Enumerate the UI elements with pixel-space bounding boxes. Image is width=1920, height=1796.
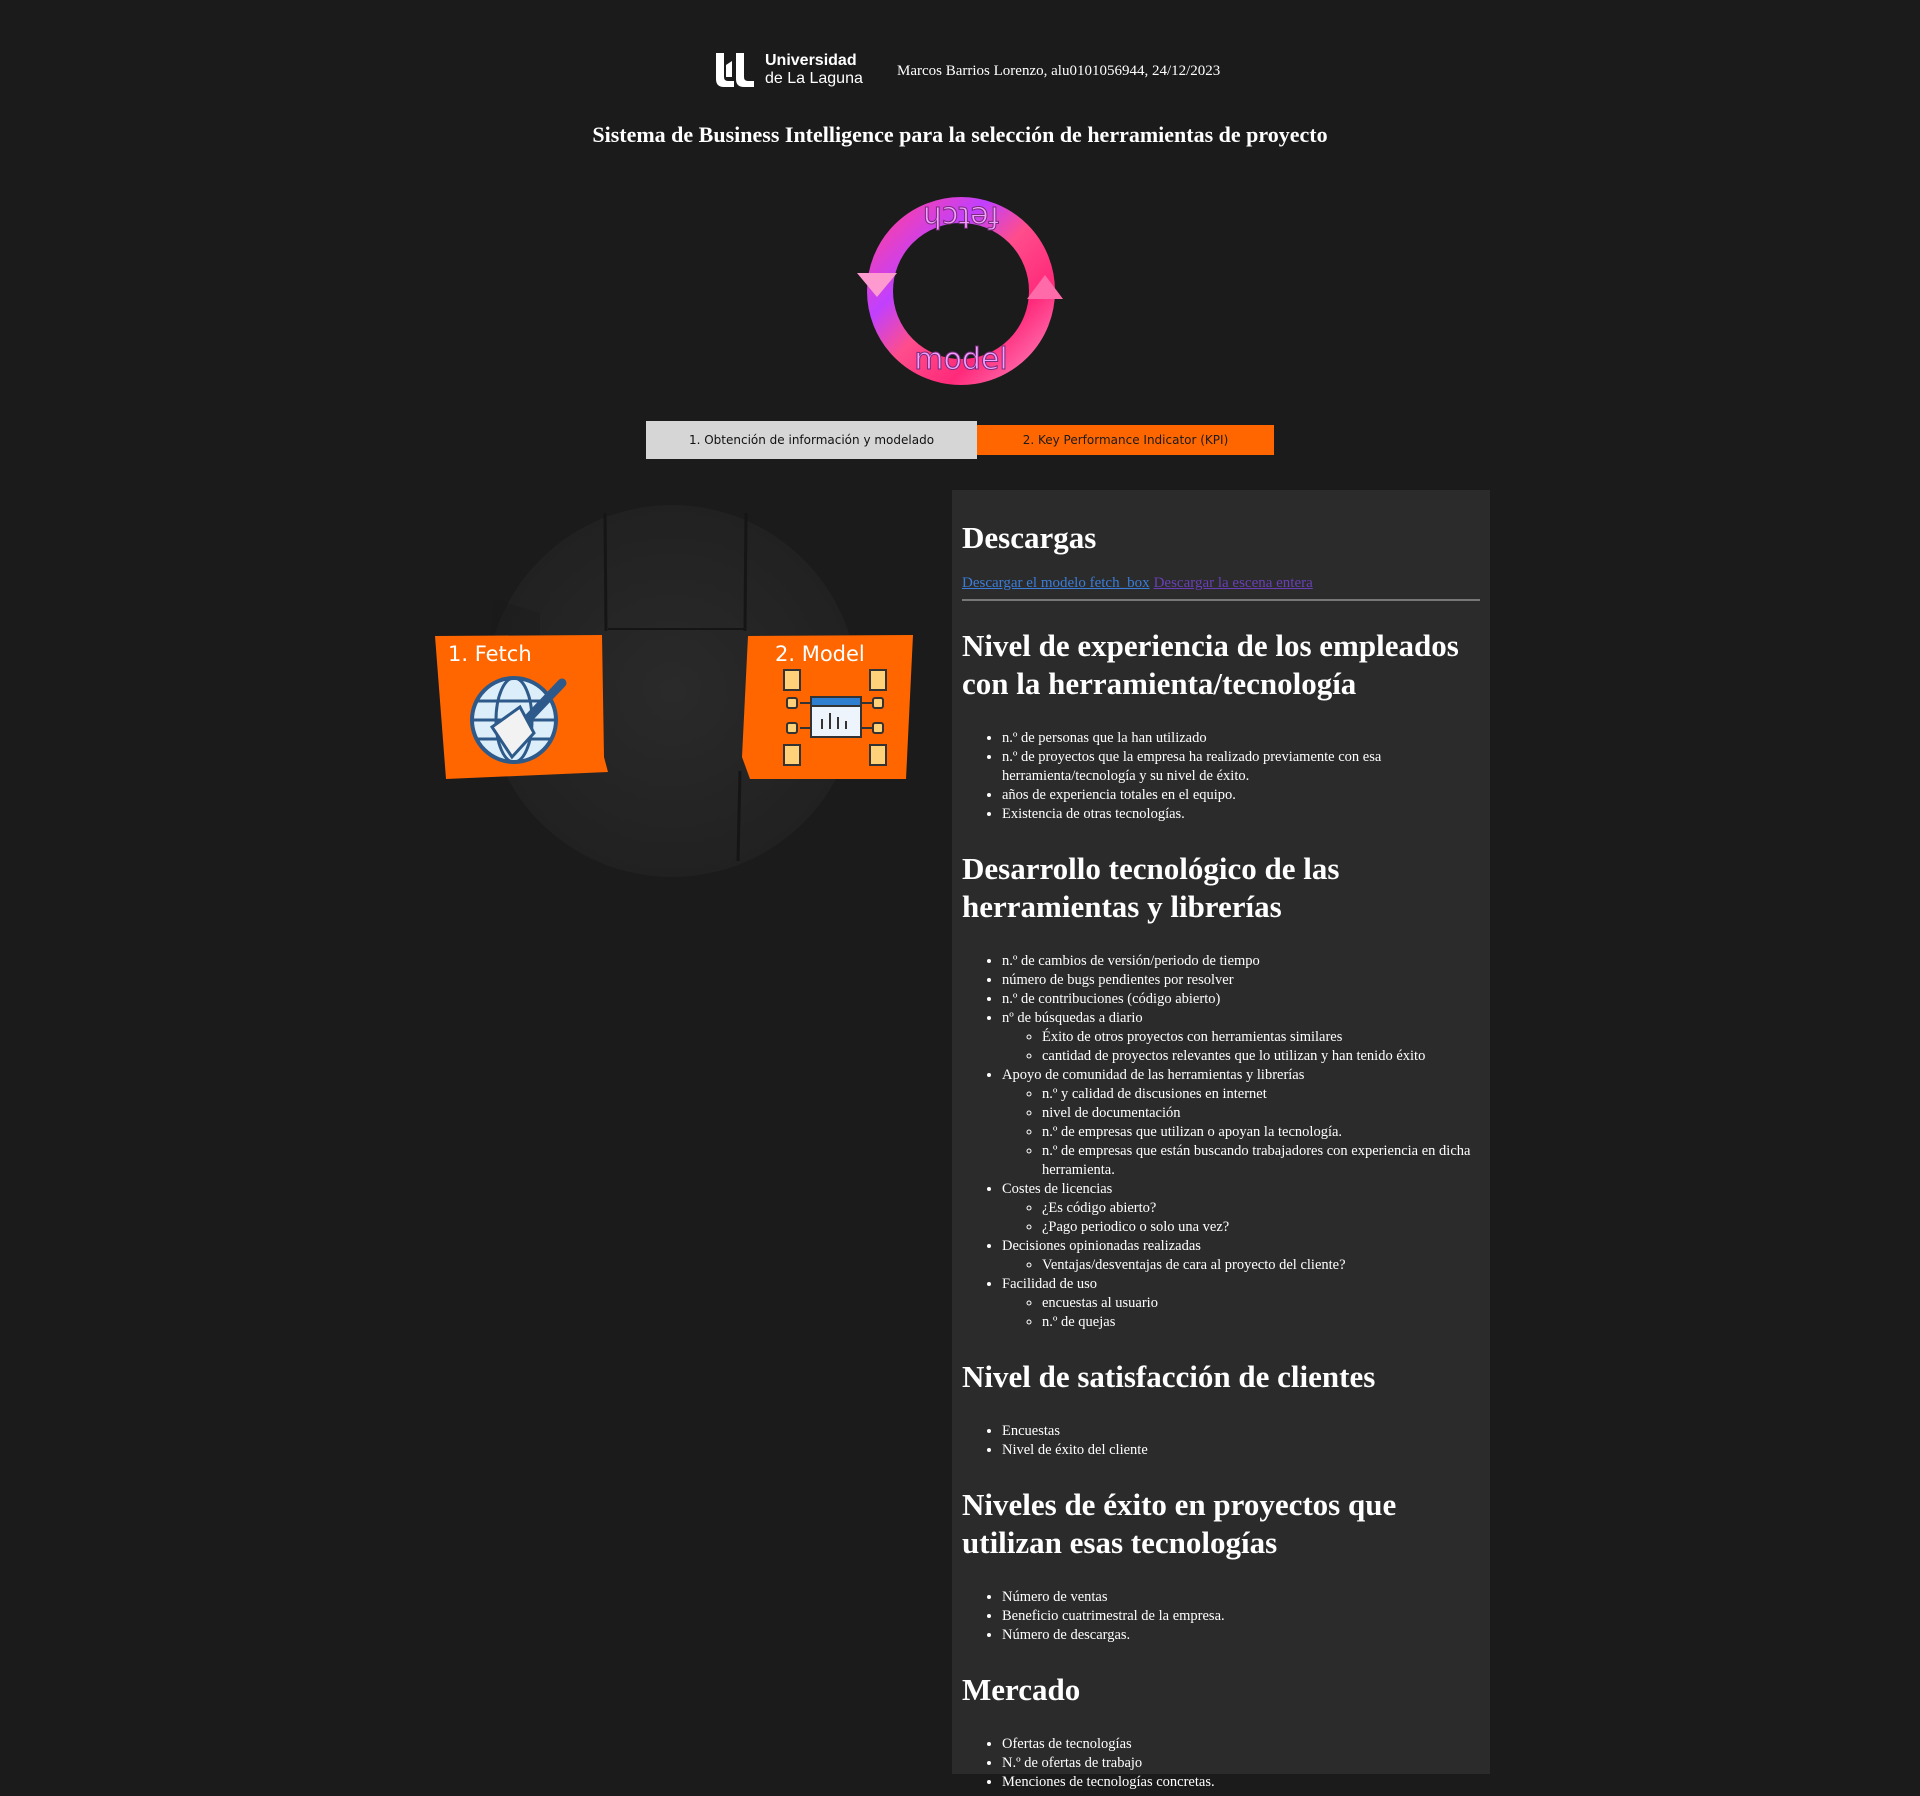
sublist-item: n.º de quejas bbox=[1042, 1313, 1480, 1332]
model-card[interactable]: 2. Model bbox=[742, 635, 913, 779]
list-item: número de bugs pendientes por resolver bbox=[1002, 971, 1480, 990]
kpi-sublist: Ventajas/desventajas de cara al proyecto… bbox=[1002, 1256, 1480, 1275]
list-item-text: Nivel de éxito del cliente bbox=[1002, 1442, 1148, 1458]
list-item-text: Costes de licencias bbox=[1002, 1181, 1113, 1197]
kpi-sublist: ¿Es código abierto?¿Pago periodico o sol… bbox=[1002, 1199, 1480, 1237]
logo-text-line2: de La Laguna bbox=[765, 70, 863, 87]
list-item: N.º de ofertas de trabajo bbox=[1002, 1754, 1480, 1773]
fetch-card[interactable]: 1. Fetch bbox=[435, 635, 608, 779]
section-heading: Desarrollo tecnológico de las herramient… bbox=[962, 851, 1340, 924]
logo-text-line1: Universidad bbox=[765, 52, 857, 69]
sublist-item: n.º y calidad de discusiones en internet bbox=[1042, 1085, 1480, 1104]
section-heading: Mercado bbox=[962, 1672, 1081, 1707]
list-item: Decisiones opinionadas realizadas Ventaja… bbox=[1002, 1237, 1480, 1275]
author-info: Marcos Barrios Lorenzo, alu0101056944, 2… bbox=[897, 63, 1221, 79]
kpi-sublist: encuestas al usuarion.º de quejas bbox=[1002, 1294, 1480, 1332]
list-item: n.º de cambios de versión/periodo de tie… bbox=[1002, 952, 1480, 971]
list-item-text: Número de ventas bbox=[1002, 1589, 1108, 1605]
kpi-sublist: n.º y calidad de discusiones en internet… bbox=[1002, 1085, 1480, 1180]
list-item: Ofertas de tecnologías bbox=[1002, 1735, 1480, 1754]
download-scene-link[interactable]: Descargar la escena entera bbox=[1154, 575, 1313, 591]
scene-edge bbox=[603, 512, 608, 632]
list-item-text: Decisiones opinionadas realizadas bbox=[1002, 1238, 1201, 1254]
list-item-text: Beneficio cuatrimestral de la empresa. bbox=[1002, 1608, 1225, 1624]
ull-logo-icon bbox=[716, 53, 754, 87]
sublist-item: cantidad de proyectos relevantes que lo … bbox=[1042, 1047, 1480, 1066]
sublist-item: ¿Es código abierto? bbox=[1042, 1199, 1480, 1218]
divider bbox=[962, 599, 1480, 601]
tab-kpi[interactable]: 2. Key Performance Indicator (KPI) bbox=[977, 425, 1274, 455]
sublist-item: Éxito de otros proyectos con herramienta… bbox=[1042, 1028, 1480, 1047]
list-item-text: años de experiencia totales en el equipo… bbox=[1002, 787, 1236, 803]
model-card-label: 2. Model bbox=[775, 642, 865, 666]
list-item-text: número de bugs pendientes por resolver bbox=[1002, 972, 1234, 988]
list-item-text: Existencia de otras tecnologías. bbox=[1002, 806, 1185, 822]
list-item-text: Ofertas de tecnologías bbox=[1002, 1736, 1132, 1752]
list-item: Costes de licencias ¿Es código abierto?¿P… bbox=[1002, 1180, 1480, 1237]
list-item: Facilidad de uso encuestas al usuarion.º … bbox=[1002, 1275, 1480, 1332]
list-item: Número de ventas bbox=[1002, 1588, 1480, 1607]
sublist-item: nivel de documentación bbox=[1042, 1104, 1480, 1123]
sublist-item: Ventajas/desventajas de cara al proyecto… bbox=[1042, 1256, 1480, 1275]
scene-edge bbox=[736, 770, 742, 862]
section-heading: Nivel de experiencia de los empleados co… bbox=[962, 628, 1459, 701]
download-model-link[interactable]: Descargar el modelo fetch_box bbox=[962, 575, 1150, 591]
scene-edge bbox=[743, 512, 748, 632]
tab-fetch-model[interactable]: 1. Obtención de información y modelado bbox=[646, 421, 977, 459]
list-item-text: Menciones de tecnologías concretas. bbox=[1002, 1774, 1215, 1790]
kpi-list: Ofertas de tecnologías N.º de ofertas de … bbox=[962, 1735, 1480, 1792]
cycle-model-word: model bbox=[914, 342, 1007, 377]
list-item: Apoyo de comunidad de las herramientas y… bbox=[1002, 1066, 1480, 1180]
list-item-text: n.º de contribuciones (código abierto) bbox=[1002, 991, 1221, 1007]
kpi-list: n.º de personas que la han utilizado n.º … bbox=[962, 729, 1480, 824]
downloads-heading: Descargas bbox=[962, 520, 1097, 555]
list-item-text: Encuestas bbox=[1002, 1423, 1060, 1439]
section-heading: Niveles de éxito en proyectos que utiliz… bbox=[962, 1487, 1397, 1560]
sublist-item: ¿Pago periodico o solo una vez? bbox=[1042, 1218, 1480, 1237]
list-item: Encuestas bbox=[1002, 1422, 1480, 1441]
list-item: Menciones de tecnologías concretas. bbox=[1002, 1773, 1480, 1792]
page-title: Sistema de Business Intelligence para la… bbox=[592, 122, 1328, 147]
list-item: Número de descargas. bbox=[1002, 1626, 1480, 1645]
3d-scene-canvas[interactable]: 1. Fetch 2. Model bbox=[430, 495, 920, 885]
list-item-text: Facilidad de uso bbox=[1002, 1276, 1098, 1292]
list-item-text: nº de búsquedas a diario bbox=[1002, 1010, 1143, 1026]
list-item: Beneficio cuatrimestral de la empresa. bbox=[1002, 1607, 1480, 1626]
sublist-item: encuestas al usuario bbox=[1042, 1294, 1480, 1313]
list-item-text: n.º de personas que la han utilizado bbox=[1002, 730, 1207, 746]
list-item: Existencia de otras tecnologías. bbox=[1002, 805, 1480, 824]
list-item-text: Apoyo de comunidad de las herramientas y… bbox=[1002, 1067, 1305, 1083]
cycle-fetch-word: fetch bbox=[923, 199, 999, 234]
header: Universidad de La Laguna Marcos Barrios … bbox=[0, 50, 1920, 90]
list-item-text: N.º de ofertas de trabajo bbox=[1002, 1755, 1143, 1771]
sublist-item: n.º de empresas que están buscando traba… bbox=[1042, 1142, 1480, 1180]
kpi-list: Encuestas Nivel de éxito del cliente bbox=[962, 1422, 1480, 1460]
list-item-text: n.º de cambios de versión/periodo de tie… bbox=[1002, 953, 1260, 969]
fetch-card-label: 1. Fetch bbox=[448, 642, 532, 666]
kpi-sections: Nivel de experiencia de los empleados co… bbox=[962, 627, 1480, 1792]
kpi-list: Número de ventas Beneficio cuatrimestral … bbox=[962, 1588, 1480, 1645]
list-item: n.º de personas que la han utilizado bbox=[1002, 729, 1480, 748]
list-item: años de experiencia totales en el equipo… bbox=[1002, 786, 1480, 805]
list-item-text: n.º de proyectos que la empresa ha reali… bbox=[1002, 749, 1382, 784]
list-item: Nivel de éxito del cliente bbox=[1002, 1441, 1480, 1460]
sublist-item: n.º de empresas que utilizan o apoyan la… bbox=[1042, 1123, 1480, 1142]
fetch-model-cycle-graphic: fetch model bbox=[857, 197, 1063, 385]
list-item: n.º de contribuciones (código abierto) bbox=[1002, 990, 1480, 1009]
section-heading: Nivel de satisfacción de clientes bbox=[962, 1359, 1376, 1394]
kpi-info-panel: Descargas Descargar el modelo fetch_box … bbox=[952, 490, 1490, 1790]
list-item: n.º de proyectos que la empresa ha reali… bbox=[1002, 748, 1480, 786]
list-item-text: Número de descargas. bbox=[1002, 1627, 1131, 1643]
kpi-list: n.º de cambios de versión/periodo de tie… bbox=[962, 952, 1480, 1332]
university-logo: Universidad de La Laguna bbox=[712, 50, 872, 90]
download-links: Descargar el modelo fetch_box Descargar … bbox=[962, 574, 1480, 592]
list-item: nº de búsquedas a diario Éxito de otros p… bbox=[1002, 1009, 1480, 1066]
kpi-sublist: Éxito de otros proyectos con herramienta… bbox=[1002, 1028, 1480, 1066]
